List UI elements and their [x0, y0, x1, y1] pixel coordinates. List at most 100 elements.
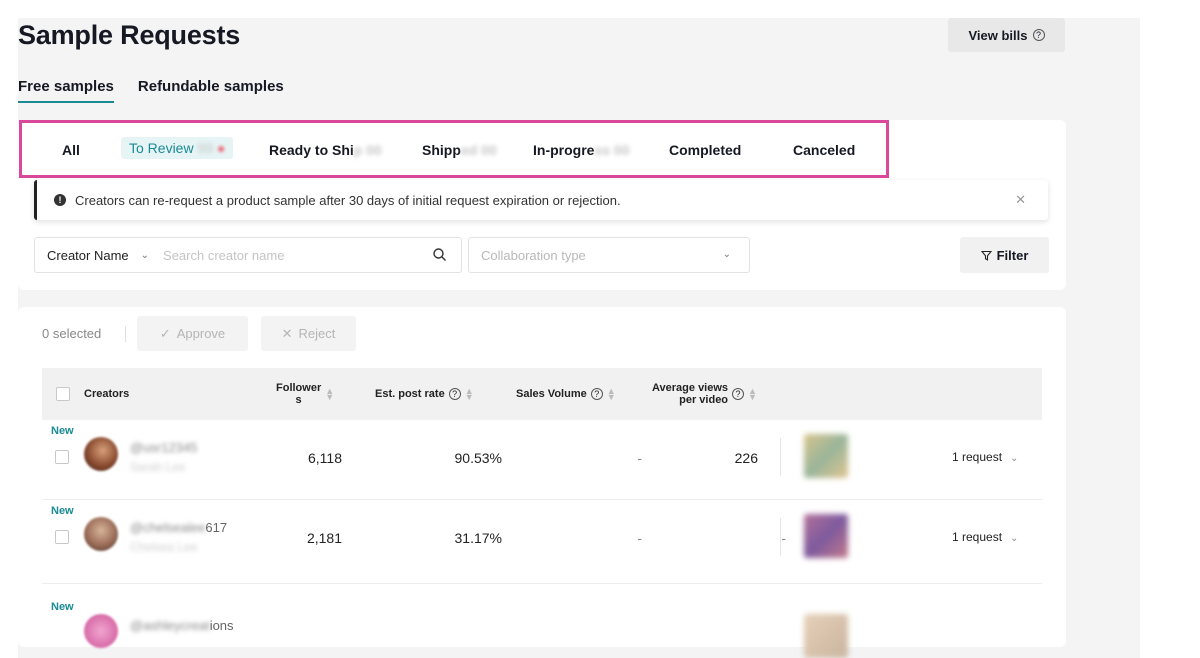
help-icon: ? [1032, 29, 1045, 41]
creator-handle-visible: 617 [205, 520, 228, 535]
row-checkbox[interactable] [55, 530, 69, 544]
tab-ready-to-ship-label: Ready to Shi [269, 142, 354, 158]
post-rate-value: 31.17% [454, 530, 502, 546]
sort-icon[interactable]: ▲ ▼ [325, 387, 334, 402]
creator-handle[interactable]: @usr12345 [130, 440, 197, 455]
tab-all[interactable]: All [62, 142, 80, 158]
product-thumbnail[interactable] [804, 434, 848, 478]
new-badge: New [51, 505, 74, 517]
header-followers-line2: s [295, 394, 302, 406]
sales-volume-value: - [637, 530, 642, 546]
help-icon: ? [732, 388, 745, 400]
creator-handle[interactable]: @chelsealee617 [130, 520, 227, 535]
header-average-views-line1: Average views [652, 381, 729, 394]
product-thumbnail[interactable] [804, 614, 848, 658]
approve-label: Approve [176, 326, 226, 341]
chevron-down-icon: ⌄ [722, 249, 731, 260]
tab-in-progress-label: In-progre [533, 142, 595, 158]
requests-dropdown[interactable]: 1 request ⌄ [952, 450, 1018, 464]
header-sales-volume-label: Sales Volume [516, 387, 587, 400]
close-icon[interactable]: ✕ [1015, 192, 1026, 208]
filter-label: Filter [996, 247, 1029, 263]
view-bills-button[interactable]: View bills ? [948, 18, 1065, 52]
post-rate-value: 90.53% [454, 450, 502, 466]
approve-button[interactable]: ✓ Approve [137, 316, 248, 351]
chevron-down-icon: ⌄ [1010, 453, 1019, 464]
avatar[interactable] [84, 614, 118, 648]
new-badge: New [51, 601, 74, 613]
selected-count: 0 selected [42, 326, 102, 341]
average-views-value: - [781, 530, 786, 546]
tab-to-review-label: To Review [129, 140, 194, 156]
reject-label: Reject [298, 326, 336, 341]
product-thumbnail[interactable] [804, 514, 848, 558]
creator-handle-visible: ions [209, 618, 234, 633]
status-tabs: All To Review 99 ● Ready to Ship 00 Ship… [19, 120, 889, 178]
header-post-rate[interactable]: Est. post rate ? ▲ ▼ [375, 368, 474, 420]
requests-dropdown[interactable]: 1 request ⌄ [952, 530, 1018, 544]
tab-to-review-dot: ● [216, 140, 226, 156]
sort-icon[interactable]: ▲ ▼ [607, 387, 616, 402]
header-creators-label: Creators [84, 387, 130, 400]
header-sales-volume[interactable]: Sales Volume ? ▲ ▼ [516, 368, 616, 420]
tab-completed[interactable]: Completed [669, 142, 741, 158]
tab-to-review[interactable]: To Review 99 ● [121, 137, 234, 159]
requests-label: 1 request [952, 530, 1003, 544]
requests-label: 1 request [952, 450, 1003, 464]
table-row: New @usr12345 Sarah Lee 6,118 90.53% - 2… [42, 420, 1042, 500]
divider [780, 518, 781, 556]
creator-name: Sarah Lee [130, 460, 186, 474]
filter-icon [980, 250, 992, 261]
divider [125, 326, 126, 342]
filter-button[interactable]: Filter [960, 237, 1049, 273]
tab-in-progress[interactable]: In-progress 00 [533, 142, 630, 158]
collaboration-type-placeholder: Collaboration type [481, 247, 586, 263]
chevron-down-icon[interactable]: ⌄ [141, 250, 149, 261]
creator-search-group: Creator Name ⌄ Search creator name [34, 237, 462, 273]
search-icon[interactable] [432, 247, 447, 265]
header-creators: Creators [56, 368, 129, 420]
header-average-views-line2: per video [679, 394, 729, 406]
tab-to-review-count: 99 [197, 140, 214, 156]
header-average-views[interactable]: Average views per video ? ▲ ▼ [652, 368, 757, 420]
info-icon: ! [54, 194, 66, 206]
table-row: New @chelsealee617 Chelsea Lee 2,181 31.… [42, 500, 1042, 584]
avatar[interactable] [84, 517, 118, 551]
help-icon: ? [448, 388, 461, 400]
table-row: New @ashleycreations [42, 584, 1042, 658]
creator-name: Chelsea Lee [130, 540, 198, 554]
sort-icon[interactable]: ▲ ▼ [465, 387, 474, 402]
tab-ready-to-ship[interactable]: Ready to Ship 00 [269, 142, 382, 158]
select-all-checkbox[interactable] [56, 387, 70, 401]
row-checkbox[interactable] [55, 450, 69, 464]
new-badge: New [51, 425, 74, 437]
view-bills-label: View bills [968, 27, 1028, 43]
creator-handle[interactable]: @ashleycreations [130, 618, 234, 633]
sales-volume-value: - [637, 450, 642, 466]
divider [780, 438, 781, 476]
collaboration-type-select[interactable]: Collaboration type ⌄ [468, 237, 750, 273]
tab-canceled[interactable]: Canceled [793, 142, 855, 158]
check-icon: ✓ [159, 325, 171, 341]
creator-field-select[interactable]: Creator Name [47, 248, 129, 263]
header-followers[interactable]: Follower s ▲ ▼ [276, 368, 334, 420]
chevron-down-icon: ⌄ [1010, 533, 1019, 544]
search-input[interactable]: Search creator name [163, 248, 284, 263]
page-title: Sample Requests [18, 20, 241, 50]
avatar[interactable] [84, 437, 118, 471]
x-icon: ✕ [281, 325, 293, 341]
sort-icon[interactable]: ▲ ▼ [748, 387, 757, 402]
table-header: Creators Follower s ▲ ▼ Est. post rate ? … [42, 368, 1042, 420]
header-followers-line1: Follower [276, 381, 322, 394]
reject-button[interactable]: ✕ Reject [261, 316, 356, 351]
tab-shipped[interactable]: Shipped 00 [422, 142, 497, 158]
tab-shipped-label: Shipp [422, 142, 461, 158]
sample-type-tabs: Free samples Refundable samples [18, 78, 284, 103]
followers-value: 2,181 [306, 530, 342, 546]
header-post-rate-label: Est. post rate [375, 387, 445, 400]
tab-refundable-samples[interactable]: Refundable samples [138, 78, 284, 103]
average-views-value: 226 [734, 450, 758, 466]
tab-free-samples[interactable]: Free samples [18, 78, 114, 103]
info-notice: ! Creators can re-request a product samp… [34, 180, 1048, 220]
notice-text: Creators can re-request a product sample… [75, 192, 621, 208]
